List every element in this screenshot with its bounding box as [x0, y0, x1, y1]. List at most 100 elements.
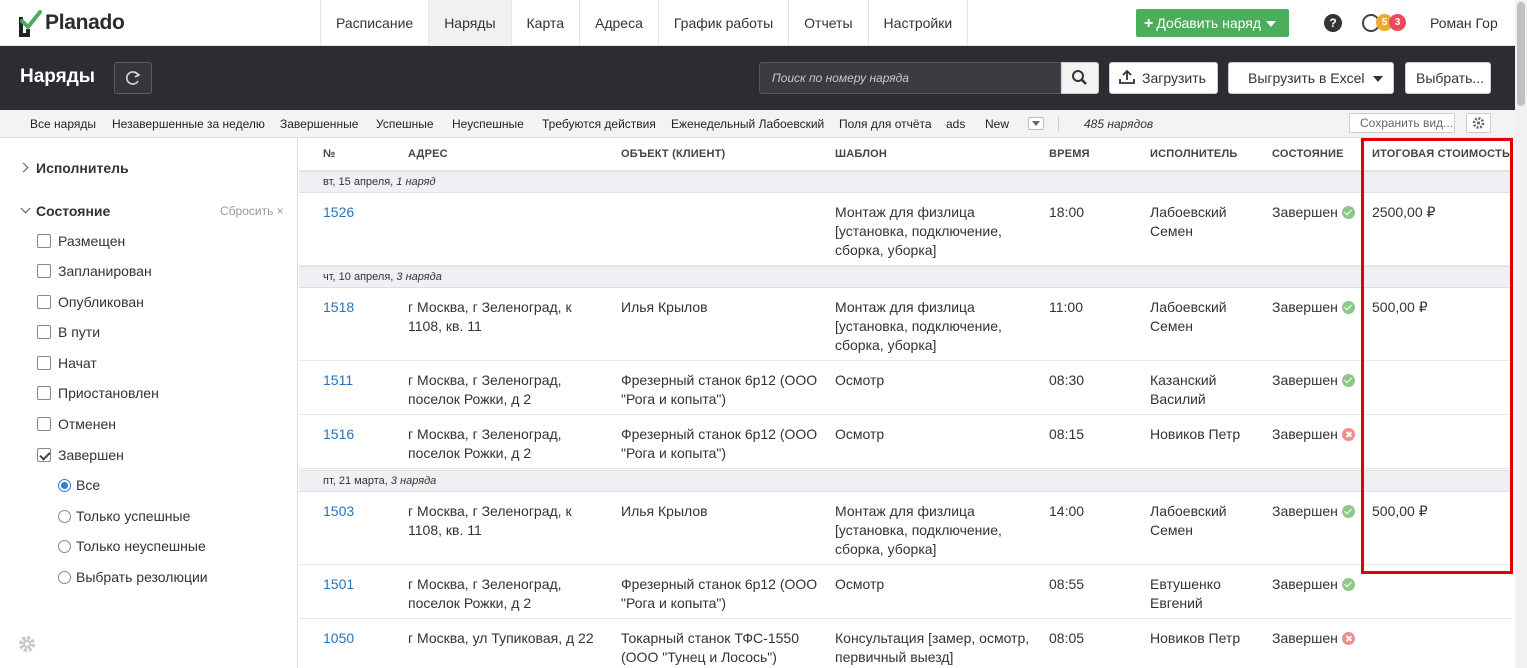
radio[interactable]: [58, 509, 71, 523]
table-row[interactable]: 1511 г Москва, г Зеленоград, поселок Рож…: [299, 361, 1512, 415]
search-icon: [1072, 70, 1087, 85]
gear-icon[interactable]: [17, 634, 37, 654]
chevron-down-icon[interactable]: [20, 203, 31, 214]
order-number-link[interactable]: 1516: [323, 425, 354, 444]
table-row[interactable]: 1050 г Москва, ул Тупиковая, д 22 Токарн…: [299, 619, 1512, 668]
order-number-link[interactable]: 1050: [323, 629, 354, 648]
order-number-link[interactable]: 1503: [323, 502, 354, 521]
reset-state-filter[interactable]: Сбросить ×: [220, 204, 284, 218]
column-header-object[interactable]: ОБЪЕКТ (КЛИЕНТ): [621, 148, 725, 160]
search-button[interactable]: [1061, 62, 1099, 94]
filter-tab-successful[interactable]: Успешные: [376, 117, 434, 131]
nav-tab-reports[interactable]: Отчеты: [788, 0, 867, 46]
table-row[interactable]: 1503 г Москва, г Зеленоград, к 1108, кв.…: [299, 492, 1512, 565]
column-header-template[interactable]: ШАБЛОН: [835, 148, 887, 160]
user-menu[interactable]: Роман Гор: [1430, 15, 1498, 31]
column-header-address[interactable]: АДРЕС: [408, 148, 448, 160]
success-check-icon: [1341, 374, 1355, 387]
column-header-state[interactable]: СОСТОЯНИЕ: [1272, 148, 1344, 160]
refresh-button[interactable]: [114, 62, 152, 94]
order-number-link[interactable]: 1511: [323, 371, 353, 390]
resolution-radio-all[interactable]: Все: [58, 476, 100, 494]
table-row[interactable]: 1526 Монтаж для физлица [установка, подк…: [299, 193, 1512, 266]
logo-text: Planado: [45, 11, 125, 34]
checkbox[interactable]: [37, 295, 51, 309]
planado-logo[interactable]: Planado: [18, 9, 125, 37]
page-scrollbar[interactable]: [1515, 0, 1527, 668]
radio[interactable]: [58, 570, 71, 584]
success-check-icon: [1341, 301, 1355, 314]
filter-tab-unsuccessful[interactable]: Неуспешные: [452, 117, 524, 131]
date-group-header: чт, 10 апреля, 3 наряда: [299, 266, 1512, 288]
view-settings-button[interactable]: [1466, 113, 1491, 133]
state-checkbox-en-route[interactable]: В пути: [37, 323, 100, 341]
executor-cell: Лабоевский Семен: [1150, 503, 1227, 538]
checkbox[interactable]: [37, 264, 51, 278]
column-header-time[interactable]: ВРЕМЯ: [1049, 148, 1090, 160]
time-cell: 08:30: [1049, 372, 1085, 388]
checkbox-checked[interactable]: [37, 448, 51, 462]
state-checkbox-started[interactable]: Начат: [37, 354, 97, 372]
resolution-radio-choose[interactable]: Выбрать резолюции: [58, 568, 208, 586]
chevron-right-icon[interactable]: [18, 162, 29, 173]
scrollbar-thumb[interactable]: [1517, 2, 1525, 106]
state-checkbox-cancelled[interactable]: Отменен: [37, 415, 116, 433]
table-row[interactable]: 1516 г Москва, г Зеленоград, поселок Рож…: [299, 415, 1512, 469]
add-order-button[interactable]: + Добавить наряд: [1136, 9, 1289, 37]
state-section-title[interactable]: Состояние: [36, 203, 110, 219]
filter-tab-weekly-laboevsky[interactable]: Еженедельный Лабоевский: [671, 117, 824, 131]
nav-tab-schedule[interactable]: Расписание: [320, 0, 428, 46]
column-header-total-cost[interactable]: ИТОГОВАЯ СТОИМОСТЬ: [1372, 148, 1510, 160]
checkbox[interactable]: [37, 386, 51, 400]
state-checkbox-placed[interactable]: Размещен: [37, 232, 125, 250]
nav-tab-map[interactable]: Карта: [510, 0, 579, 46]
export-excel-button[interactable]: Выгрузить в Excel: [1228, 62, 1394, 94]
help-icon[interactable]: ?: [1324, 14, 1342, 32]
nav-tab-work-schedule[interactable]: График работы: [657, 0, 788, 46]
nav-tab-settings[interactable]: Настройки: [867, 0, 969, 46]
nav-tab-addresses[interactable]: Адреса: [579, 0, 658, 46]
checkbox[interactable]: [37, 417, 51, 431]
template-cell: Осмотр: [835, 372, 885, 388]
object-cell: Илья Крылов: [621, 503, 708, 519]
filter-tab-all[interactable]: Все наряды: [30, 117, 96, 131]
filter-tab-new[interactable]: New: [985, 117, 1009, 131]
checkbox[interactable]: [37, 356, 51, 370]
order-search-input[interactable]: Поиск по номеру наряда: [759, 62, 1061, 94]
filter-tab-unfinished-week[interactable]: Незавершенные за неделю: [112, 117, 265, 131]
order-number-link[interactable]: 1501: [323, 575, 354, 594]
select-button[interactable]: Выбрать...: [1405, 62, 1491, 94]
radio[interactable]: [58, 539, 71, 553]
notifications[interactable]: 5 3: [1362, 13, 1408, 33]
filter-tab-finished[interactable]: Завершенные: [280, 117, 358, 131]
column-header-number[interactable]: №: [323, 148, 335, 160]
upload-button[interactable]: Загрузить: [1109, 62, 1218, 94]
save-view-button[interactable]: Сохранить вид...: [1349, 113, 1455, 133]
resolution-radio-successful[interactable]: Только успешные: [58, 507, 190, 525]
state-checkbox-paused[interactable]: Приостановлен: [37, 384, 159, 402]
order-number-link[interactable]: 1518: [323, 298, 354, 317]
state-checkbox-published[interactable]: Опубликован: [37, 293, 144, 311]
nav-tab-orders[interactable]: Наряды: [428, 0, 511, 46]
order-number-link[interactable]: 1526: [323, 203, 354, 222]
executor-cell: Лабоевский Семен: [1150, 204, 1227, 239]
checkbox[interactable]: [37, 325, 51, 339]
resolution-radio-unsuccessful[interactable]: Только неуспешные: [58, 537, 206, 555]
more-tabs-dropdown[interactable]: [1028, 117, 1044, 130]
state-checkbox-planned[interactable]: Запланирован: [37, 262, 152, 280]
group-count: 3 наряда: [396, 271, 442, 283]
checkbox[interactable]: [37, 234, 51, 248]
filter-tab-report-fields[interactable]: Поля для отчёта: [839, 117, 932, 131]
table-row[interactable]: 1501 г Москва, г Зеленоград, поселок Рож…: [299, 565, 1512, 619]
address-cell: г Москва, ул Тупиковая, д 22: [408, 630, 594, 646]
state-checkbox-completed[interactable]: Завершен: [37, 446, 124, 464]
column-header-executor[interactable]: ИСПОЛНИТЕЛЬ: [1150, 148, 1238, 160]
state-label: Завершен: [1272, 426, 1338, 442]
caret-down-icon: [1266, 21, 1277, 27]
filter-tab-ads[interactable]: ads: [946, 117, 965, 131]
table-row[interactable]: 1518 г Москва, г Зеленоград, к 1108, кв.…: [299, 288, 1512, 361]
executor-section-title[interactable]: Исполнитель: [36, 160, 129, 176]
radio-selected[interactable]: [58, 478, 71, 492]
filter-tab-action-required[interactable]: Требуются действия: [542, 117, 656, 131]
orders-count: 485 нарядов: [1084, 117, 1154, 131]
